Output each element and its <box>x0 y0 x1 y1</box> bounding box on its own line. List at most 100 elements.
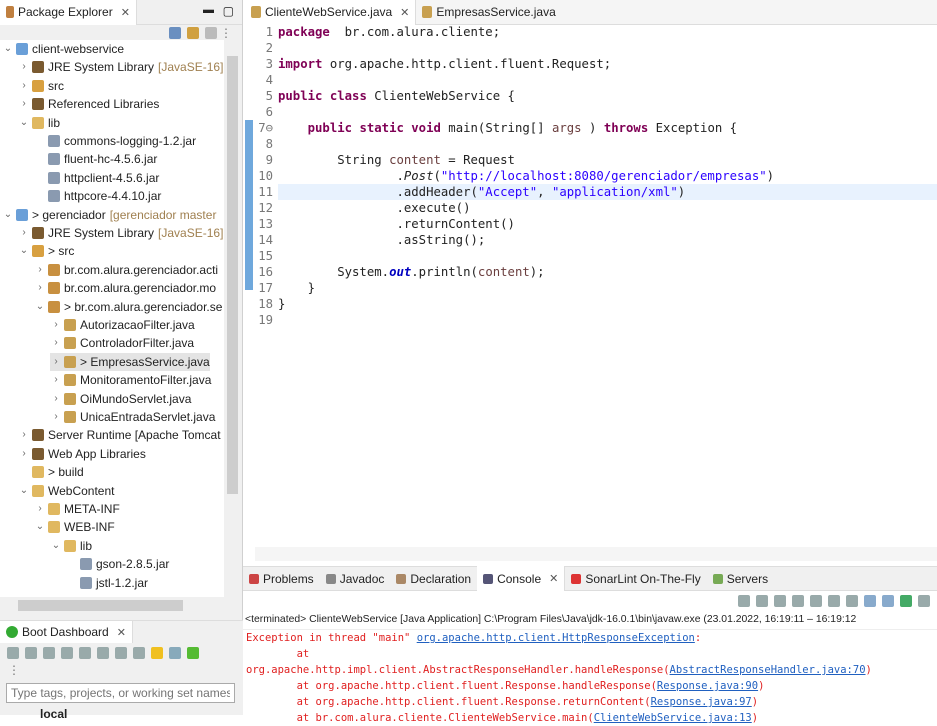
code-line[interactable]: 16 System.out.println(content); <box>245 264 937 280</box>
show-stderr-icon[interactable] <box>864 595 876 607</box>
tree-item[interactable]: > build <box>18 463 84 481</box>
minimize-icon[interactable]: ▬ <box>203 4 214 16</box>
close-icon[interactable]: ✕ <box>121 6 130 19</box>
chevron-down-icon[interactable]: ⌄ <box>18 242 30 260</box>
editor-horizontal-scrollbar[interactable] <box>255 547 937 561</box>
stack-trace-link[interactable]: Response.java:97 <box>651 696 752 708</box>
pin-console-icon[interactable] <box>882 595 894 607</box>
refresh-icon[interactable] <box>61 647 73 659</box>
chevron-down-icon[interactable]: ⌄ <box>18 482 30 500</box>
tree-vertical-scrollbar[interactable] <box>224 40 241 597</box>
chevron-down-icon[interactable]: ⌄ <box>34 298 46 316</box>
tab-javadoc[interactable]: Javadoc <box>320 566 391 591</box>
tree-item[interactable]: › ControladorFilter.java <box>50 334 194 352</box>
code-editor[interactable]: 1 package br.com.alura.cliente; 2 3 import o… <box>245 24 937 328</box>
console-icon[interactable] <box>79 647 91 659</box>
chevron-right-icon[interactable]: › <box>50 334 62 352</box>
terminate-icon[interactable] <box>756 595 768 607</box>
tab-servers[interactable]: Servers <box>707 566 774 591</box>
add-icon[interactable] <box>187 647 199 659</box>
edit-icon[interactable] <box>115 647 127 659</box>
display-console-icon[interactable] <box>918 595 930 607</box>
chevron-right-icon[interactable]: › <box>34 279 46 297</box>
tree-item[interactable]: ⌄ WEB-INF <box>34 518 115 536</box>
code-line[interactable]: 1 package br.com.alura.cliente; <box>245 24 937 40</box>
tree-item[interactable]: ⌄ lib <box>18 114 60 132</box>
scroll-lock-icon[interactable] <box>810 595 822 607</box>
chevron-down-icon[interactable]: ⌄ <box>50 537 62 555</box>
code-line[interactable]: 17 } <box>245 280 937 296</box>
tree-item[interactable]: commons-logging-1.2.jar <box>34 132 196 150</box>
tree-item[interactable]: ⌄ > src <box>18 242 75 260</box>
tree-item[interactable]: httpcore-4.4.10.jar <box>34 187 161 205</box>
close-icon[interactable]: ✕ <box>400 6 409 19</box>
link-editor-icon[interactable] <box>187 26 199 39</box>
collapse-all-icon[interactable] <box>169 26 181 39</box>
tree-item[interactable]: fluent-hc-4.5.6.jar <box>34 150 157 168</box>
show-stdout-icon[interactable] <box>846 595 858 607</box>
chevron-right-icon[interactable]: › <box>50 408 62 426</box>
tree-item[interactable]: gson-2.8.5.jar <box>66 555 169 573</box>
start-icon[interactable] <box>7 647 19 659</box>
chevron-right-icon[interactable]: › <box>50 390 62 408</box>
boot-dashboard-item-local[interactable]: local <box>40 707 67 721</box>
tab-sonarlint-on-the-fly[interactable]: SonarLint On-The-Fly <box>565 566 706 591</box>
chevron-down-icon[interactable]: ⌄ <box>34 518 46 536</box>
code-line[interactable]: 8 <box>245 136 937 152</box>
close-icon[interactable]: ✕ <box>117 626 126 639</box>
tree-horizontal-scrollbar[interactable] <box>0 597 224 614</box>
remove-all-icon[interactable] <box>792 595 804 607</box>
tree-item[interactable]: › OiMundoServlet.java <box>50 390 191 408</box>
tree-item[interactable]: › MonitoramentoFilter.java <box>50 371 211 389</box>
chevron-right-icon[interactable]: › <box>18 445 30 463</box>
editor-tab[interactable]: ClienteWebService.java ✕ <box>245 0 417 25</box>
code-line[interactable]: 14 .asString(); <box>245 232 937 248</box>
code-line[interactable]: 7⊖ public static void main(String[] args… <box>245 120 937 136</box>
tree-item[interactable]: ⌄ client-webservice <box>2 40 124 58</box>
filter-icon[interactable] <box>169 647 181 659</box>
chevron-right-icon[interactable]: › <box>18 426 30 444</box>
more-icon[interactable]: ⋮ <box>0 663 243 681</box>
tree-item[interactable]: › META-INF <box>34 500 119 518</box>
editor-tab[interactable]: EmpresasService.java <box>416 0 561 25</box>
code-line[interactable]: 13 .returnContent() <box>245 216 937 232</box>
tab-declaration[interactable]: Declaration <box>390 566 477 591</box>
tree-item[interactable]: › AutorizacaoFilter.java <box>50 316 194 334</box>
scrollbar-thumb[interactable] <box>227 56 238 494</box>
chevron-right-icon[interactable]: › <box>50 316 62 334</box>
tree-item[interactable]: › br.com.alura.gerenciador.acti <box>34 261 218 279</box>
stack-trace-link[interactable]: Response.java:90 <box>657 680 758 692</box>
console-output[interactable]: Exception in thread "main" org.apache.ht… <box>243 630 937 726</box>
code-line[interactable]: 10 .Post("http://localhost:8080/gerencia… <box>245 168 937 184</box>
chevron-right-icon[interactable]: › <box>18 58 30 76</box>
chevron-down-icon[interactable]: ⌄ <box>2 40 14 58</box>
lightbulb-icon[interactable] <box>151 647 163 659</box>
stack-trace-link[interactable]: ClienteWebService.java:13 <box>594 712 752 724</box>
tree-item[interactable]: › UnicaEntradaServlet.java <box>50 408 215 426</box>
link-icon[interactable] <box>97 647 109 659</box>
filter-icon[interactable] <box>205 26 217 39</box>
columns-icon[interactable] <box>133 647 145 659</box>
code-line[interactable]: 11 .addHeader("Accept", "application/xml… <box>245 184 937 200</box>
chevron-right-icon[interactable]: › <box>34 261 46 279</box>
remove-launch-icon[interactable] <box>774 595 786 607</box>
chevron-right-icon[interactable]: › <box>18 95 30 113</box>
chevron-right-icon[interactable]: › <box>34 500 46 518</box>
maximize-icon[interactable]: ▢ <box>223 4 234 18</box>
code-line[interactable]: 4 <box>245 72 937 88</box>
tree-item[interactable]: › JRE System Library [JavaSE-16] <box>18 224 223 242</box>
tree-item[interactable]: › Web App Libraries <box>18 445 146 463</box>
tab-console[interactable]: Console ✕ <box>477 566 566 591</box>
tree-item[interactable]: ⌄ > gerenciador [gerenciador master <box>2 206 217 224</box>
tree-item[interactable]: httpclient-4.5.6.jar <box>34 169 159 187</box>
scrollbar-thumb[interactable] <box>18 600 183 611</box>
tree-item[interactable]: ⌄ WebContent <box>18 482 115 500</box>
debug-icon[interactable] <box>25 647 37 659</box>
code-line[interactable]: 3 import org.apache.http.client.fluent.Re… <box>245 56 937 72</box>
stack-trace-link[interactable]: AbstractResponseHandler.java:70 <box>670 664 866 676</box>
boot-dashboard-filter-input[interactable] <box>6 683 235 703</box>
clear-icon[interactable] <box>738 595 750 607</box>
stack-trace-link[interactable]: org.apache.http.client.HttpResponseExcep… <box>417 632 695 644</box>
code-line[interactable]: 19 <box>245 312 937 328</box>
tree-item[interactable]: › Referenced Libraries <box>18 95 159 113</box>
